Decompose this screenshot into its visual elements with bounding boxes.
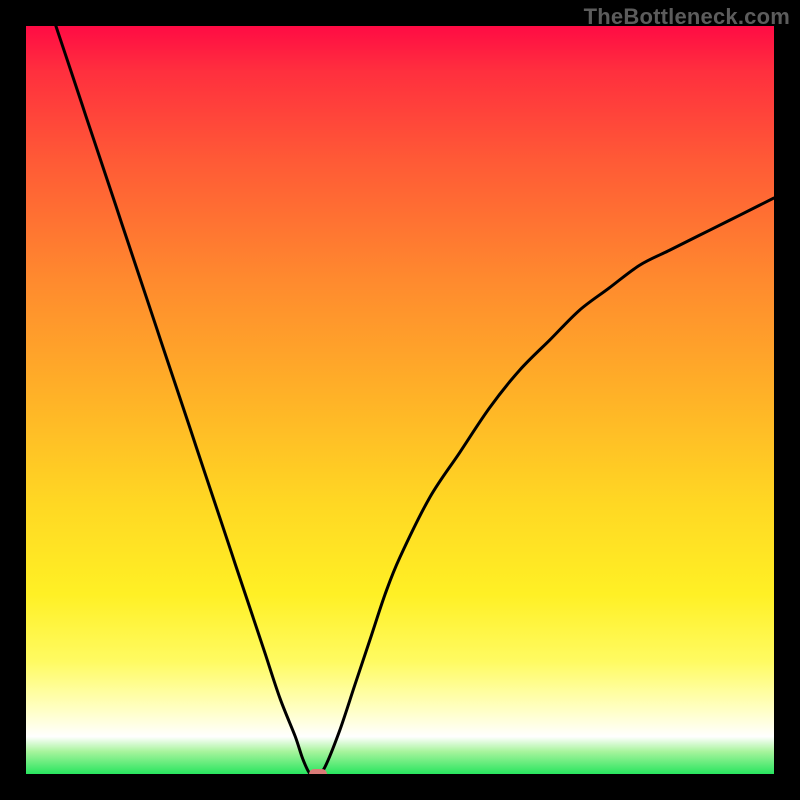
bottleneck-curve xyxy=(26,26,774,774)
optimum-marker xyxy=(309,769,327,774)
watermark-text: TheBottleneck.com xyxy=(584,4,790,30)
curve-path xyxy=(56,26,774,774)
chart-frame: TheBottleneck.com xyxy=(0,0,800,800)
plot-area xyxy=(26,26,774,774)
